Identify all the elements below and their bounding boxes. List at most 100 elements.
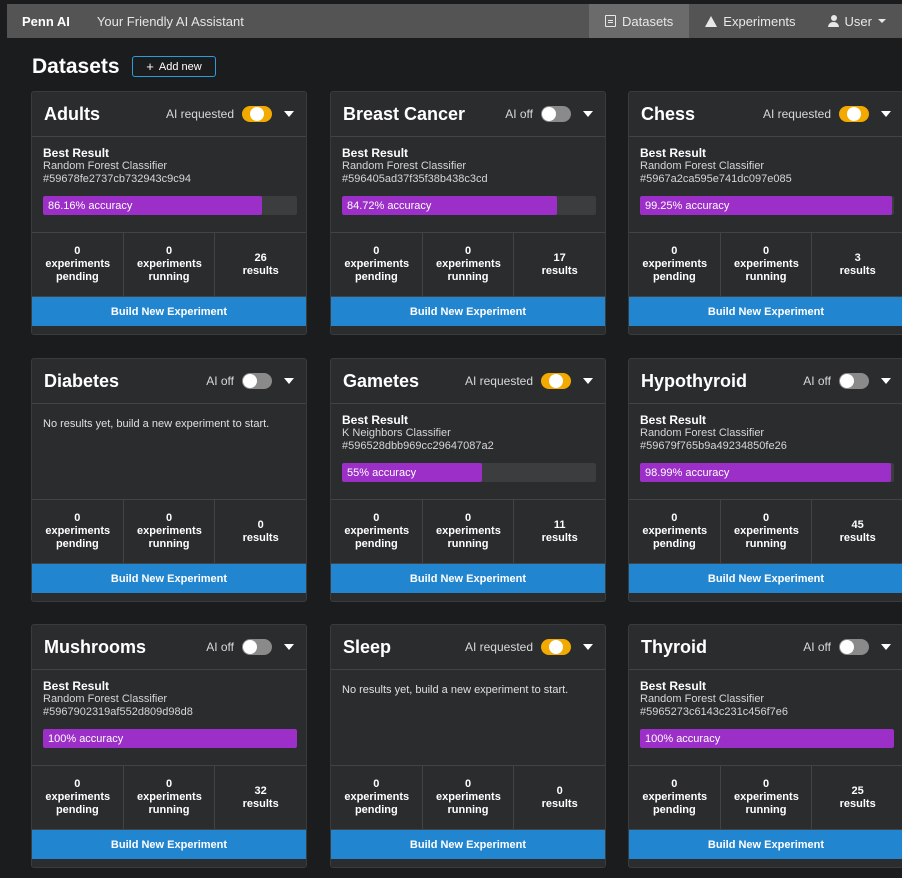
chevron-down-icon[interactable]: [583, 644, 593, 650]
brand-tagline: Your Friendly AI Assistant: [96, 13, 244, 29]
stat-pending-count: 0: [373, 512, 380, 524]
experiment-id[interactable]: #59679f765b9a49234850fe26: [640, 440, 892, 453]
chevron-down-icon[interactable]: [881, 111, 891, 117]
ai-toggle[interactable]: [839, 373, 869, 389]
chevron-down-icon[interactable]: [881, 644, 891, 650]
stat-running: 0 experiments running: [423, 766, 515, 829]
stat-results-label: results: [242, 797, 279, 810]
ai-toggle[interactable]: [541, 106, 571, 122]
chevron-down-icon[interactable]: [881, 378, 891, 384]
experiment-id[interactable]: #5967a2ca595e741dc097e085: [640, 173, 892, 186]
nav-datasets-label: Datasets: [621, 13, 674, 29]
build-experiment-button[interactable]: Build New Experiment: [629, 564, 902, 593]
chevron-down-icon[interactable]: [583, 378, 593, 384]
ai-toggle[interactable]: [541, 639, 571, 655]
experiment-id[interactable]: #5965273c6143c231c456f7e6: [640, 706, 892, 719]
card-header: Breast Cancer AI off: [331, 92, 605, 137]
card-header: Mushrooms AI off: [32, 625, 306, 670]
ai-toggle[interactable]: [839, 639, 869, 655]
card-header: Adults AI requested: [32, 92, 306, 137]
toggle-knob: [243, 640, 257, 654]
build-experiment-button[interactable]: Build New Experiment: [331, 830, 605, 859]
card-body: Best Result K Neighbors Classifier #596528…: [331, 404, 605, 500]
accuracy-progress-bar: 84.72% accuracy: [342, 196, 596, 215]
experiment-id[interactable]: #5967902319af552d809d98d8: [43, 706, 295, 719]
experiment-stats: 0 experiments pending 0 experiments running…: [629, 500, 902, 564]
experiment-id[interactable]: #596528dbb969cc29647087a2: [342, 440, 594, 453]
stat-results: 3 results: [812, 233, 902, 296]
stat-pending-count: 0: [671, 245, 678, 257]
nav-datasets[interactable]: Datasets: [588, 4, 690, 38]
stat-pending: 0 experiments pending: [331, 233, 423, 296]
chevron-down-icon[interactable]: [284, 111, 294, 117]
stat-pending-count: 0: [373, 245, 380, 257]
build-experiment-button[interactable]: Build New Experiment: [629, 297, 902, 326]
stat-results-count: 45: [851, 518, 864, 531]
dataset-card: Gametes AI requested Best Result K Neighbor…: [330, 358, 606, 602]
stat-results-count: 0: [556, 784, 563, 797]
experiment-id[interactable]: #59678fe2737cb732943c9c94: [43, 173, 295, 186]
stat-running: 0 experiments running: [423, 233, 515, 296]
nav-experiments[interactable]: Experiments: [689, 4, 811, 38]
add-dataset-label: Add new: [158, 60, 202, 73]
build-experiment-button[interactable]: Build New Experiment: [331, 297, 605, 326]
dataset-name[interactable]: Adults: [44, 104, 166, 125]
stat-results-label: results: [839, 797, 876, 810]
dataset-name[interactable]: Sleep: [343, 637, 465, 658]
chevron-down-icon[interactable]: [284, 378, 294, 384]
experiment-stats: 0 experiments pending 0 experiments running…: [629, 766, 902, 830]
accuracy-label: 55% accuracy: [347, 466, 417, 479]
stat-running-label: experiments running: [436, 791, 501, 816]
stat-pending-label: experiments pending: [45, 525, 111, 550]
build-experiment-button[interactable]: Build New Experiment: [331, 564, 605, 593]
dataset-card: Mushrooms AI off Best Result Random Forest …: [31, 624, 307, 868]
stat-results-count: 32: [254, 784, 267, 797]
build-experiment-button[interactable]: Build New Experiment: [32, 564, 306, 593]
experiment-stats: 0 experiments pending 0 experiments running…: [32, 766, 306, 830]
ai-toggle[interactable]: [242, 106, 272, 122]
accuracy-progress-bar: 86.16% accuracy: [43, 196, 297, 215]
chevron-down-icon[interactable]: [284, 644, 294, 650]
build-experiment-button[interactable]: Build New Experiment: [32, 297, 306, 326]
dataset-card: Chess AI requested Best Result Random Fores…: [628, 91, 902, 335]
stat-results-count: 25: [851, 784, 864, 797]
nav-user-menu[interactable]: User: [812, 4, 902, 38]
best-result-label: Best Result: [640, 679, 707, 693]
nav-user-label: User: [844, 13, 872, 29]
card-header: Sleep AI requested: [331, 625, 605, 670]
stat-running-label: experiments running: [137, 791, 202, 816]
build-experiment-button[interactable]: Build New Experiment: [32, 830, 306, 859]
stat-pending: 0 experiments pending: [331, 500, 423, 563]
stat-pending-label: experiments pending: [45, 258, 111, 283]
ai-toggle[interactable]: [839, 106, 869, 122]
toggle-knob: [847, 107, 861, 121]
chevron-down-icon[interactable]: [583, 111, 593, 117]
card-body: Best Result Random Forest Classifier #5967…: [629, 137, 902, 233]
ai-toggle[interactable]: [242, 373, 272, 389]
dataset-name[interactable]: Thyroid: [641, 637, 803, 658]
brand-logo[interactable]: Penn AI: [7, 14, 83, 29]
ai-status-label: AI off: [206, 640, 234, 654]
toggle-knob: [549, 640, 563, 654]
stat-running: 0 experiments running: [721, 233, 813, 296]
dataset-name[interactable]: Mushrooms: [44, 637, 206, 658]
dataset-name[interactable]: Hypothyroid: [641, 371, 803, 392]
best-algorithm: Random Forest Classifier: [43, 160, 168, 172]
build-experiment-button[interactable]: Build New Experiment: [629, 830, 902, 859]
ai-toggle[interactable]: [541, 373, 571, 389]
accuracy-progress-bar: 55% accuracy: [342, 463, 596, 482]
toggle-knob: [840, 640, 854, 654]
experiment-stats: 0 experiments pending 0 experiments running…: [32, 500, 306, 564]
ai-toggle[interactable]: [242, 639, 272, 655]
dataset-name[interactable]: Diabetes: [44, 371, 206, 392]
ai-status-label: AI requested: [165, 107, 234, 121]
page-title: Datasets: [32, 55, 120, 78]
dataset-name[interactable]: Breast Cancer: [343, 104, 505, 125]
experiment-id[interactable]: #596405ad37f35f38b438c3cd: [342, 173, 594, 186]
add-dataset-button[interactable]: + Add new: [132, 56, 216, 77]
dataset-name[interactable]: Gametes: [343, 371, 465, 392]
stat-pending: 0 experiments pending: [32, 233, 124, 296]
dataset-name[interactable]: Chess: [641, 104, 763, 125]
stat-running-count: 0: [762, 512, 770, 524]
stat-running: 0 experiments running: [721, 766, 813, 829]
